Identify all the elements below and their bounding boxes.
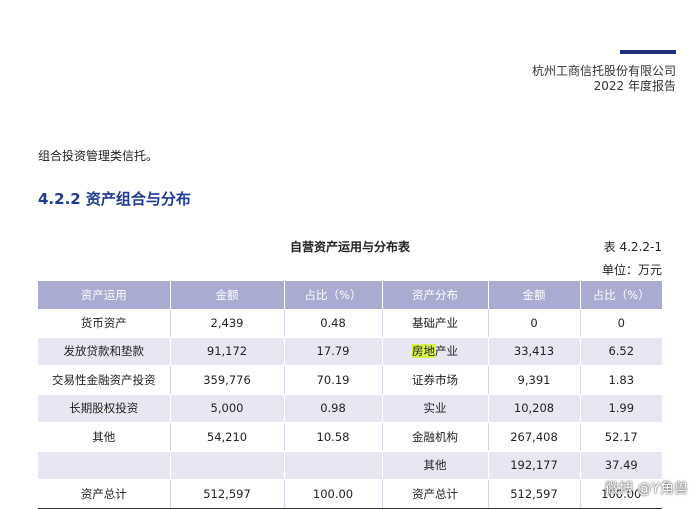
table-cell: 91,172 — [169, 337, 284, 366]
table-row: 发放贷款和垫款 91,172 17.79 房地产业 33,413 6.52 — [38, 337, 662, 366]
table-cell: 金融机构 — [381, 422, 488, 452]
table-cell: 54,210 — [169, 422, 284, 452]
table-cell: 实业 — [381, 394, 488, 423]
intro-text: 组合投资管理类信托。 — [38, 149, 159, 163]
table-cell-highlighted: 房地产业 — [381, 337, 488, 366]
column-header: 占比（%） — [283, 281, 382, 309]
table-cell: 192,177 — [487, 451, 580, 480]
table-cell: 267,408 — [487, 422, 580, 452]
table-row: 交易性金融资产投资 359,776 70.19 证券市场 9,391 1.83 — [38, 365, 662, 395]
table-cell: 其他 — [38, 422, 170, 452]
table-cell — [283, 451, 382, 480]
table-cell: 证券市场 — [381, 365, 488, 395]
table-cell: 33,413 — [487, 337, 580, 366]
column-header: 金额 — [487, 281, 580, 309]
table-header-row: 资产运用 金额 占比（%） 资产分布 金额 占比（%） — [38, 281, 662, 309]
company-header: 杭州工商信托股份有限公司 2022 年度报告 — [532, 64, 676, 94]
table-cell — [38, 451, 170, 480]
table-cell: 0 — [579, 309, 662, 338]
table-cell: 0.98 — [283, 394, 382, 423]
company-name: 杭州工商信托股份有限公司 — [531, 64, 676, 78]
column-header: 金额 — [169, 281, 284, 309]
table-cell: 512,597 — [169, 479, 284, 509]
table-cell: 长期股权投资 — [38, 394, 170, 423]
table-cell: 100.00 — [283, 479, 382, 509]
table-cell: 1.83 — [579, 365, 662, 395]
table-cell: 37.49 — [579, 451, 662, 480]
table-cell: 52.17 — [579, 422, 662, 452]
table-cell: 512,597 — [487, 479, 580, 509]
table-cell: 资产总计 — [381, 479, 488, 509]
table-cell: 70.19 — [283, 365, 382, 395]
header-accent-bar — [620, 50, 676, 54]
table-cell: 发放贷款和垫款 — [38, 337, 170, 366]
table-number: 表 4.2.2-1 — [603, 240, 662, 254]
table-cell: 6.52 — [579, 337, 662, 366]
table-total-row: 资产总计 512,597 100.00 资产总计 512,597 100.00 — [38, 479, 662, 509]
table-cell: 5,000 — [169, 394, 284, 423]
table-row: 其他 54,210 10.58 金融机构 267,408 52.17 — [38, 422, 662, 452]
text-rest: 产业 — [435, 344, 458, 359]
table-cell: 交易性金融资产投资 — [38, 365, 170, 395]
table-cell: 17.79 — [283, 337, 382, 366]
watermark: 微博 @Y角兽 — [604, 481, 688, 497]
section-title: 4.2.2 资产组合与分布 — [38, 190, 191, 208]
column-header: 占比（%） — [579, 281, 662, 309]
table-cell: 10,208 — [487, 394, 580, 423]
table-cell — [169, 451, 284, 480]
table-row: 其他 192,177 37.49 — [38, 451, 662, 480]
table-cell: 359,776 — [169, 365, 284, 395]
column-header: 资产分布 — [381, 281, 488, 309]
table-title: 自营资产运用与分布表 — [289, 240, 410, 254]
table-cell: 其他 — [381, 451, 488, 480]
text-highlight: 房地 — [412, 344, 435, 359]
table-cell: 2,439 — [169, 309, 284, 338]
asset-distribution-table: 资产运用 金额 占比（%） 资产分布 金额 占比（%） 货币资产 2,439 0… — [38, 281, 662, 509]
table-cell: 基础产业 — [381, 309, 488, 338]
table-cell: 1.99 — [579, 394, 662, 423]
column-header: 资产运用 — [38, 281, 170, 309]
table-cell: 0 — [487, 309, 580, 338]
table-row: 货币资产 2,439 0.48 基础产业 0 0 — [38, 309, 662, 338]
report-year: 2022 年度报告 — [593, 79, 676, 93]
table-cell: 10.58 — [283, 422, 382, 452]
table-cell: 货币资产 — [38, 309, 170, 338]
table-cell: 0.48 — [283, 309, 382, 338]
table-row: 长期股权投资 5,000 0.98 实业 10,208 1.99 — [38, 394, 662, 423]
table-unit: 单位：万元 — [601, 263, 662, 277]
table-cell: 9,391 — [487, 365, 580, 395]
table-cell: 资产总计 — [38, 479, 170, 509]
